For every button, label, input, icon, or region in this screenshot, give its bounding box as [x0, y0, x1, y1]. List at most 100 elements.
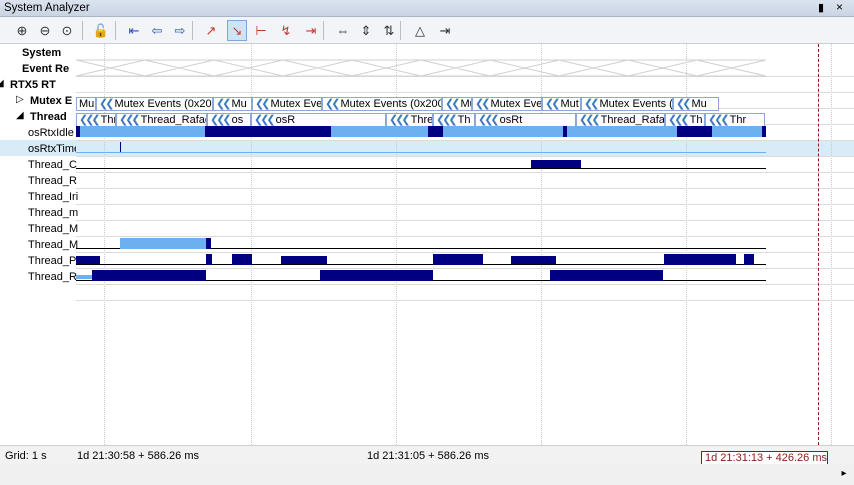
- chevron-icon: ❮❮: [475, 98, 491, 110]
- activity-bar: [206, 238, 211, 249]
- mutex-event-label: Mu: [460, 98, 471, 110]
- thread-event[interactable]: ❮❮❮ os: [207, 113, 251, 127]
- thread-event[interactable]: ❮❮❮ osR: [251, 113, 386, 127]
- thread-event[interactable]: ❮❮❮ Thr: [76, 113, 116, 127]
- thread-event[interactable]: ❮❮❮ Th: [433, 113, 475, 127]
- chevron-icon: ❮❮: [325, 98, 341, 110]
- mutex-event[interactable]: ❮❮ Mutex Events (0x200: [96, 97, 213, 111]
- thread-event-label: Thr: [729, 114, 747, 126]
- chevron-icon: ❮❮: [676, 98, 692, 110]
- mutex-event[interactable]: ❮❮Mu: [442, 97, 472, 111]
- thread-event-label: Th: [689, 114, 703, 126]
- activity-bar: [331, 126, 428, 137]
- pin-icon[interactable]: ▮: [818, 1, 824, 14]
- activity-bar: [511, 256, 556, 264]
- grid-label: Grid: 1 s: [5, 450, 47, 462]
- thread-event[interactable]: ❮❮❮Thread_Rafaga: [116, 113, 207, 127]
- signal-row-label[interactable]: Thread_M: [28, 221, 78, 237]
- row-divider: [76, 92, 854, 93]
- mutex-event-label: Mutex Events (: [599, 98, 673, 110]
- signal-row-label[interactable]: osRtxIdle: [28, 125, 74, 141]
- go-event-icon[interactable]: ⇥: [301, 20, 321, 41]
- zoom-out-icon[interactable]: ⊖: [35, 20, 55, 41]
- activity-bar: [531, 160, 581, 168]
- activity-bar: [550, 270, 663, 281]
- mutex-event[interactable]: ❮❮Mu: [673, 97, 719, 111]
- signal-row-label[interactable]: Mutex E: [30, 93, 72, 109]
- activity-bar: [281, 256, 327, 264]
- zoom-in-icon[interactable]: ⊕: [12, 20, 32, 41]
- expand-toggle-icon[interactable]: ▷: [16, 94, 24, 105]
- toolbar-separator: [323, 21, 324, 40]
- chevron-icon: ❮❮: [255, 98, 271, 110]
- signal-row-label[interactable]: RTX5 RT: [10, 77, 56, 93]
- row-divider: [76, 284, 854, 285]
- row-divider: [76, 268, 854, 269]
- chevron-icon: ❮❮: [545, 98, 561, 110]
- mutex-event[interactable]: ❮❮ Mut: [542, 97, 581, 111]
- edge-clear-icon[interactable]: ↯: [276, 20, 296, 41]
- expand-toggle-icon[interactable]: ◢: [16, 110, 24, 121]
- row-highlight: [76, 140, 854, 156]
- expand-icon[interactable]: ⇔: [333, 20, 353, 41]
- thread-event[interactable]: ❮❮❮Thread_Rafaga: [576, 113, 665, 127]
- mutex-event[interactable]: ❮❮ Mutex Events (: [581, 97, 673, 111]
- thread-event[interactable]: ❮❮❮ Th: [665, 113, 705, 127]
- signal-row-label[interactable]: Thread_R: [28, 269, 77, 285]
- time-cursor-line[interactable]: [818, 44, 819, 445]
- delta-icon[interactable]: △: [410, 20, 430, 41]
- edge-marker-icon[interactable]: ⊢: [251, 20, 271, 41]
- mutex-event[interactable]: ❮❮ Mutex Events (0x200: [322, 97, 442, 111]
- signal-row-label[interactable]: Thread: [30, 109, 67, 125]
- rising-edge-icon[interactable]: ↗: [201, 20, 221, 41]
- signal-row-label[interactable]: System: [22, 45, 61, 61]
- expand-toggle-icon[interactable]: ◢: [0, 78, 4, 89]
- activity-bar: [433, 254, 483, 265]
- mutex-event[interactable]: ❮❮Mutex Event: [472, 97, 542, 111]
- sort-icon[interactable]: ⇅: [379, 20, 399, 41]
- collapse-icon[interactable]: ⇕: [356, 20, 376, 41]
- thread-event-label: Thread_Rafaga: [140, 114, 206, 126]
- zoom-all-icon[interactable]: ⊙: [57, 20, 77, 41]
- activity-bar: [76, 275, 92, 279]
- row-divider: [76, 172, 854, 173]
- signal-row-label[interactable]: Event Re: [22, 61, 69, 77]
- back-arrow-icon[interactable]: ⇦: [147, 20, 167, 41]
- trace-area[interactable]: Mu❮❮Mutex Events (0x200❮❮Mu❮❮Mutex Event…: [76, 44, 854, 445]
- thread-event[interactable]: ❮❮❮ Thr: [705, 113, 765, 127]
- go-first-icon[interactable]: ⇤: [124, 20, 144, 41]
- chevron-icon: ❮❮❮: [119, 114, 141, 126]
- thread-event-label: Thread_Rafaga (0x20: [410, 114, 433, 126]
- signal-row-label[interactable]: Thread_C: [28, 157, 77, 173]
- title-bar: System Analyzer ▮ ×: [0, 0, 854, 17]
- mutex-event[interactable]: ❮❮Mutex Event: [252, 97, 322, 111]
- mutex-event[interactable]: Mu: [76, 97, 96, 111]
- signal-row-label[interactable]: Thread_R: [28, 173, 77, 189]
- close-icon[interactable]: ×: [836, 0, 843, 14]
- signal-names-panel: SystemEvent ReRTX5 RT ◢ Mutex E ▷ Thread ◢ osR…: [0, 44, 80, 445]
- activity-bar: [567, 126, 677, 137]
- row-baseline: [76, 168, 766, 169]
- lock-icon[interactable]: 🔓: [91, 20, 111, 41]
- chevron-icon: ❮❮❮: [708, 114, 730, 126]
- thread-event[interactable]: ❮❮❮Thread_Rafaga (0x20: [386, 113, 433, 127]
- mutex-event[interactable]: ❮❮Mu: [213, 97, 252, 111]
- signal-row-label[interactable]: Thread_m: [28, 205, 78, 221]
- scroll-right-icon[interactable]: ▸: [836, 466, 852, 482]
- go-last-icon[interactable]: ⇥: [435, 20, 455, 41]
- activity-bar: [712, 126, 762, 137]
- horizontal-scrollbar[interactable]: ▸: [0, 464, 854, 485]
- signal-row-label[interactable]: osRtxTime: [28, 141, 80, 157]
- forward-arrow-icon[interactable]: ⇨: [170, 20, 190, 41]
- thread-event[interactable]: ❮❮❮ osRt: [475, 113, 576, 127]
- falling-edge-icon[interactable]: ↘: [227, 20, 247, 41]
- toolbar-separator: [400, 21, 401, 40]
- chevron-icon: ❮❮: [584, 98, 600, 110]
- time-left-label: 1d 21:30:58 + 586.26 ms: [77, 450, 200, 462]
- signal-row-label[interactable]: Thread_M: [28, 237, 78, 253]
- signal-row-label[interactable]: Thread_P: [28, 253, 76, 269]
- activity-bar: [206, 254, 212, 265]
- signal-row-label[interactable]: Thread_Iri: [28, 189, 78, 205]
- chevron-icon: ❮❮❮: [210, 114, 232, 126]
- thread-event-label: osR: [275, 114, 296, 126]
